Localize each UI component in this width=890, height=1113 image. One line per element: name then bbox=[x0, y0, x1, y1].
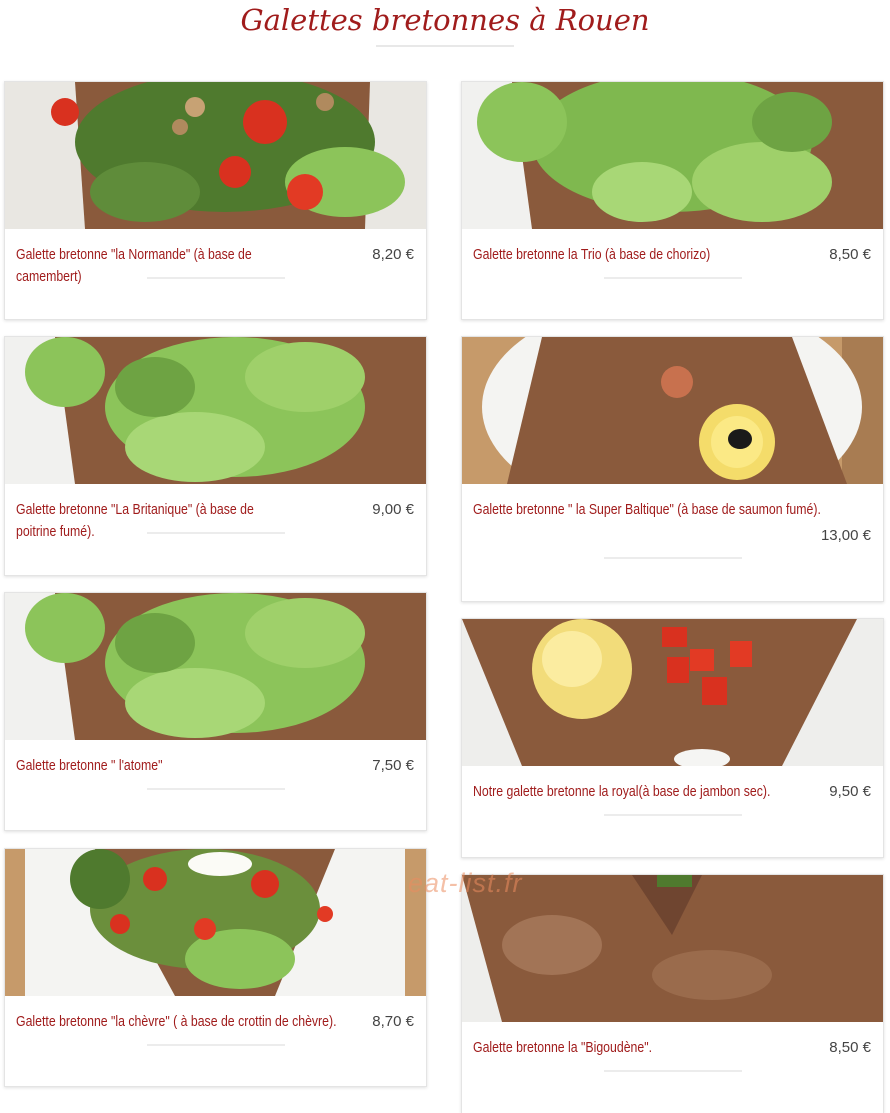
item-name[interactable]: Notre galette bretonne la royal(à base d… bbox=[473, 781, 801, 803]
menu-item-card[interactable]: Galette bretonne la Trio (à base de chor… bbox=[461, 81, 884, 320]
card-divider bbox=[604, 277, 742, 279]
galette-lettuce-image bbox=[462, 82, 883, 229]
item-price: 8,50 € bbox=[829, 246, 871, 263]
menu-item-card[interactable]: Notre galette bretonne la royal(à base d… bbox=[461, 618, 884, 858]
item-name[interactable]: Galette bretonne " la Super Baltique" (à… bbox=[473, 499, 850, 521]
menu-item-card[interactable]: Galette bretonne "la Normande" (à base d… bbox=[4, 81, 427, 320]
title-divider bbox=[376, 45, 514, 47]
item-name[interactable]: Galette bretonne la "Bigoudène". bbox=[473, 1037, 752, 1059]
card-divider bbox=[604, 1070, 742, 1072]
item-name[interactable]: Galette bretonne "la chèvre" ( à base de… bbox=[16, 1011, 377, 1033]
galette-tomato-salad-image bbox=[5, 82, 426, 229]
card-divider bbox=[147, 788, 285, 790]
item-name[interactable]: Galette bretonne "La Britanique" (à base… bbox=[16, 499, 295, 543]
card-divider bbox=[604, 557, 742, 559]
menu-item-card[interactable]: Galette bretonne " l'atome" 7,50 € bbox=[4, 592, 427, 831]
item-price: 7,50 € bbox=[372, 757, 414, 774]
card-divider bbox=[147, 277, 285, 279]
galette-potato-tomato-image bbox=[462, 619, 883, 766]
page-title: Galettes bretonnes à Rouen bbox=[240, 3, 650, 37]
item-price: 13,00 € bbox=[820, 527, 871, 544]
item-price: 9,00 € bbox=[372, 501, 414, 518]
card-divider bbox=[604, 814, 742, 816]
menu-item-card[interactable]: Galette bretonne "la chèvre" ( à base de… bbox=[4, 848, 427, 1087]
card-divider bbox=[147, 532, 285, 534]
galette-lettuce-image bbox=[5, 593, 426, 740]
galette-plain-image bbox=[462, 875, 883, 1022]
galette-lemon-olive-image bbox=[462, 337, 883, 484]
galette-goat-cheese-image bbox=[5, 849, 426, 996]
item-price: 9,50 € bbox=[829, 783, 871, 800]
galette-lettuce-image bbox=[5, 337, 426, 484]
menu-item-card[interactable]: Galette bretonne " la Super Baltique" (à… bbox=[461, 336, 884, 602]
item-name[interactable]: Galette bretonne "la Normande" (à base d… bbox=[16, 244, 295, 288]
card-divider bbox=[147, 1044, 285, 1046]
menu-item-card[interactable]: Galette bretonne la "Bigoudène". 8,50 € bbox=[461, 874, 884, 1113]
item-price: 8,50 € bbox=[829, 1039, 871, 1056]
menu-item-card[interactable]: Galette bretonne "La Britanique" (à base… bbox=[4, 336, 427, 576]
item-name[interactable]: Galette bretonne " l'atome" bbox=[16, 755, 295, 777]
item-price: 8,20 € bbox=[372, 246, 414, 263]
item-price: 8,70 € bbox=[372, 1013, 414, 1030]
item-name[interactable]: Galette bretonne la Trio (à base de chor… bbox=[473, 244, 752, 266]
